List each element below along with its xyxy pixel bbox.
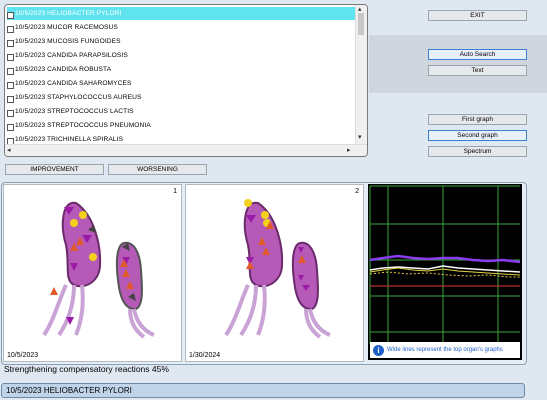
scroll-up-icon[interactable]: ▴ (358, 5, 362, 13)
list-item[interactable]: 10/5/2023 CANDIDA PARAPSILOSIS (7, 49, 355, 62)
list-item[interactable]: 10/5/2023 STREPTOCOCCUS PNEUMONIA (7, 119, 355, 132)
list-item-label: 10/5/2023 TRICHINELLA SPIRALIS (15, 136, 124, 143)
microbe-listbox[interactable]: 10/5/2023 HELIOBACTER PYLORI 10/5/2023 MU… (4, 4, 368, 157)
scroll-left-icon[interactable]: ◂ (7, 146, 11, 154)
list-item[interactable]: 10/5/2023 CANDIDA ROBUSTA (7, 63, 355, 76)
list-item[interactable]: 10/5/2023 STREPTOCOCCUS LACTIS (7, 105, 355, 118)
checkbox[interactable] (7, 11, 14, 19)
worsening-button[interactable]: WORSENING (108, 164, 207, 175)
list-item-label: 10/5/2023 HELIOBACTER PYLORI (15, 10, 122, 17)
scroll-down-icon[interactable]: ▾ (358, 133, 362, 141)
list-item[interactable]: 10/5/2023 CANDIDA SAHAROMYCES (7, 77, 355, 90)
list-item-label: 10/5/2023 MUCOSIS FUNGOIDES (15, 38, 121, 45)
list-item[interactable]: 10/5/2023 MUCOSIS FUNGOIDES (7, 35, 355, 48)
list-item-label: 10/5/2023 CANDIDA ROBUSTA (15, 66, 112, 73)
second-graph-button[interactable]: Second graph (428, 130, 527, 141)
spectrum-graph: i Wide lines represent the top organ's g… (368, 184, 522, 360)
list-vertical-scrollbar[interactable]: ▴ ▾ (355, 5, 367, 145)
checkbox[interactable] (7, 81, 14, 89)
graph-canvas (369, 185, 521, 344)
selected-item-bar: 10/5/2023 HELIOBACTER PYLORI (1, 383, 525, 398)
checkbox[interactable] (7, 95, 14, 103)
organ-image-panel-2: 2 1/30/2024 (185, 184, 364, 362)
checkbox[interactable] (7, 123, 14, 131)
list-item-label: 10/5/2023 CANDIDA PARAPSILOSIS (15, 52, 128, 59)
checkbox[interactable] (7, 53, 14, 61)
spectrum-button[interactable]: Spectrum (428, 146, 527, 157)
info-icon: i (373, 344, 384, 356)
graph-info-text: Wide lines represent the top organ's gra… (387, 347, 503, 353)
list-item-label: 10/5/2023 STREPTOCOCCUS PNEUMONIA (15, 122, 151, 129)
checkbox[interactable] (7, 67, 14, 75)
exit-button[interactable]: EXIT (428, 10, 527, 21)
checkbox[interactable] (7, 39, 14, 47)
list-item-label: 10/5/2023 CANDIDA SAHAROMYCES (15, 80, 132, 87)
checkbox[interactable] (7, 25, 14, 33)
improvement-button[interactable]: IMPROVEMENT (5, 164, 104, 175)
list-item-label: 10/5/2023 STREPTOCOCCUS LACTIS (15, 108, 134, 115)
organ-image-panel-1: 1 10/5/2023 (3, 184, 182, 362)
text-button[interactable]: Text (428, 65, 527, 76)
list-item[interactable]: 10/5/2023 MUCOR RACEMOSUS (7, 21, 355, 34)
scroll-right-icon[interactable]: ▸ (347, 146, 351, 154)
graph-info-bar: i Wide lines represent the top organ's g… (370, 342, 520, 358)
auto-search-button[interactable]: Auto Search (428, 49, 527, 60)
list-horizontal-scrollbar[interactable]: ◂ ▸ (5, 144, 367, 156)
bacteria-illustration (224, 199, 331, 339)
scroll-thumb[interactable] (358, 13, 364, 35)
checkbox[interactable] (7, 109, 14, 117)
list-item-label: 10/5/2023 STAPHYLOCOCCUS AUREUS (15, 94, 142, 101)
list-item[interactable]: 10/5/2023 STAPHYLOCOCCUS AUREUS (7, 91, 355, 104)
first-graph-button[interactable]: First graph (428, 114, 527, 125)
bacteria-illustration (42, 201, 155, 339)
controls-backdrop (369, 35, 547, 93)
list-item-label: 10/5/2023 MUCOR RACEMOSUS (15, 24, 118, 31)
list-item[interactable]: 10/5/2023 HELIOBACTER PYLORI (7, 7, 355, 20)
status-text: Strengthening compensatory reactions 45% (4, 364, 169, 374)
